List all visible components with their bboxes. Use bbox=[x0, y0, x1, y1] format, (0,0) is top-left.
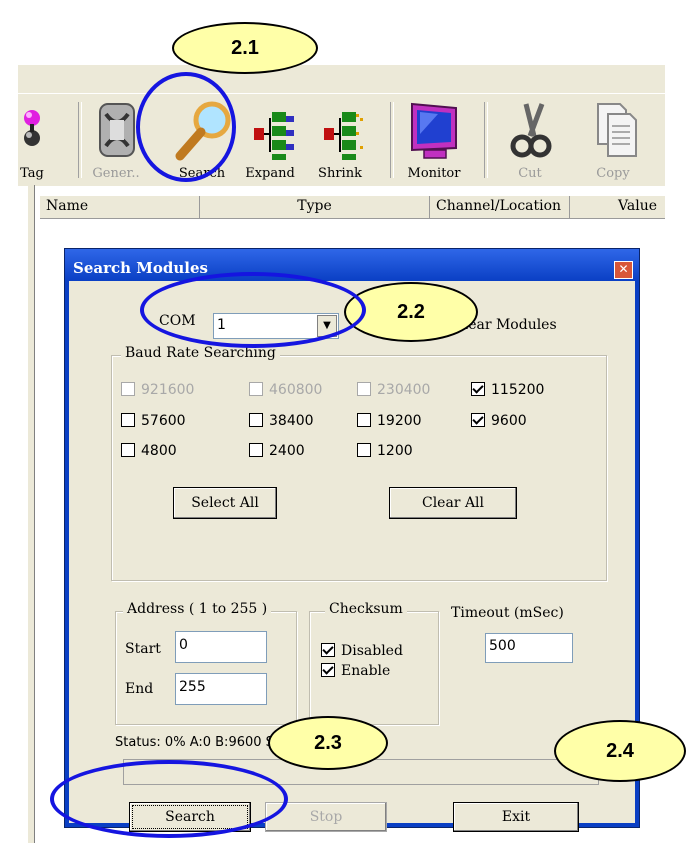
dialog-titlebar: Search Modules ✕ bbox=[65, 249, 639, 281]
expand-icon bbox=[254, 112, 294, 160]
monitor-icon bbox=[411, 102, 457, 159]
baud-9600-label: 9600 bbox=[491, 413, 527, 429]
clear-all-button[interactable]: Clear All bbox=[389, 487, 517, 519]
baud-921600-label: 921600 bbox=[141, 382, 195, 398]
checksum-enable-label: Enable bbox=[341, 663, 391, 679]
end-label: End bbox=[125, 681, 154, 697]
timeout-input[interactable]: 500 bbox=[485, 633, 573, 663]
start-label: Start bbox=[125, 641, 161, 657]
toolbar-monitor-label: Monitor bbox=[407, 166, 461, 181]
baud-19200-label: 19200 bbox=[377, 413, 422, 429]
tag-icon bbox=[24, 110, 40, 146]
baud-230400-label: 230400 bbox=[377, 382, 431, 398]
baud-57600-checkbox[interactable]: 57600 bbox=[121, 413, 186, 429]
shrink-icon bbox=[324, 112, 363, 160]
column-type[interactable]: Type bbox=[200, 196, 430, 218]
toolbar-tag-button[interactable]: Tag bbox=[12, 94, 52, 182]
baud-1200-label: 1200 bbox=[377, 443, 413, 459]
address-group bbox=[115, 611, 297, 725]
toolbar-shrink-label: Shrink bbox=[318, 166, 362, 181]
toolbar-copy-button[interactable]: Copy bbox=[574, 94, 652, 182]
toolbar-separator bbox=[484, 102, 488, 178]
dialog-title: Search Modules bbox=[73, 259, 208, 277]
column-value[interactable]: Value bbox=[570, 196, 665, 218]
highlight-ring-search-toolbar bbox=[136, 72, 236, 182]
toolbar-monitor-button[interactable]: Monitor bbox=[398, 94, 470, 182]
toolbar-generate-label: Gener.. bbox=[92, 166, 140, 181]
column-name[interactable]: Name bbox=[40, 196, 200, 218]
toolbar-generate-button[interactable]: Gener.. bbox=[88, 94, 144, 182]
checksum-disabled-checkbox[interactable]: Disabled bbox=[321, 643, 403, 659]
baud-38400-checkbox[interactable]: 38400 bbox=[249, 413, 314, 429]
toolbar-copy-label: Copy bbox=[596, 166, 630, 181]
cut-icon bbox=[510, 103, 552, 158]
exit-button[interactable]: Exit bbox=[453, 802, 579, 832]
end-address-input[interactable]: 255 bbox=[175, 673, 267, 705]
checksum-group-title: Checksum bbox=[325, 601, 407, 617]
baud-2400-checkbox[interactable]: 2400 bbox=[249, 443, 305, 459]
column-header: Name Type Channel/Location Value bbox=[40, 196, 665, 219]
baud-4800-label: 4800 bbox=[141, 443, 177, 459]
select-all-button[interactable]: Select All bbox=[173, 487, 277, 519]
toolbar-cut-label: Cut bbox=[518, 166, 542, 181]
toolbar-separator bbox=[390, 102, 394, 178]
callout-2-4: 2.4 bbox=[554, 720, 686, 782]
toolbar-shrink-button[interactable]: Shrink bbox=[306, 94, 374, 182]
close-icon[interactable]: ✕ bbox=[614, 261, 633, 279]
baud-115200-label: 115200 bbox=[491, 382, 545, 398]
baud-230400-checkbox[interactable]: 230400 bbox=[357, 382, 430, 398]
highlight-ring-com bbox=[140, 272, 366, 348]
baud-115200-checkbox[interactable]: 115200 bbox=[471, 382, 544, 398]
baud-38400-label: 38400 bbox=[269, 413, 314, 429]
checksum-enable-checkbox[interactable]: Enable bbox=[321, 663, 390, 679]
toolbar-expand-button[interactable]: Expand bbox=[236, 94, 304, 182]
toolbar-cut-button[interactable]: Cut bbox=[496, 94, 564, 182]
checksum-disabled-label: Disabled bbox=[341, 643, 403, 659]
address-group-title: Address ( 1 to 255 ) bbox=[123, 601, 272, 617]
highlight-ring-search-button bbox=[50, 760, 288, 838]
timeout-label: Timeout (mSec) bbox=[451, 605, 564, 621]
baud-2400-label: 2400 bbox=[269, 443, 305, 459]
baud-460800-label: 460800 bbox=[269, 382, 323, 398]
menu-bar bbox=[18, 65, 665, 93]
baud-1200-checkbox[interactable]: 1200 bbox=[357, 443, 413, 459]
toolbar-tag-label: Tag bbox=[20, 166, 44, 181]
baud-9600-checkbox[interactable]: 9600 bbox=[471, 413, 527, 429]
callout-2-1: 2.1 bbox=[172, 22, 318, 74]
baud-460800-checkbox[interactable]: 460800 bbox=[249, 382, 322, 398]
left-scroll-edge bbox=[28, 185, 35, 843]
toolbar: Tag Gener.. Search Expand Shrink Monitor… bbox=[18, 93, 665, 186]
baud-4800-checkbox[interactable]: 4800 bbox=[121, 443, 177, 459]
baud-19200-checkbox[interactable]: 19200 bbox=[357, 413, 422, 429]
copy-icon bbox=[597, 103, 637, 157]
start-address-input[interactable]: 0 bbox=[175, 631, 267, 663]
callout-2-3: 2.3 bbox=[268, 716, 388, 770]
baud-921600-checkbox[interactable]: 921600 bbox=[121, 382, 194, 398]
baud-57600-label: 57600 bbox=[141, 413, 186, 429]
toolbar-separator bbox=[78, 102, 82, 178]
toolbar-expand-label: Expand bbox=[245, 166, 295, 181]
column-channel-location[interactable]: Channel/Location bbox=[430, 196, 570, 218]
